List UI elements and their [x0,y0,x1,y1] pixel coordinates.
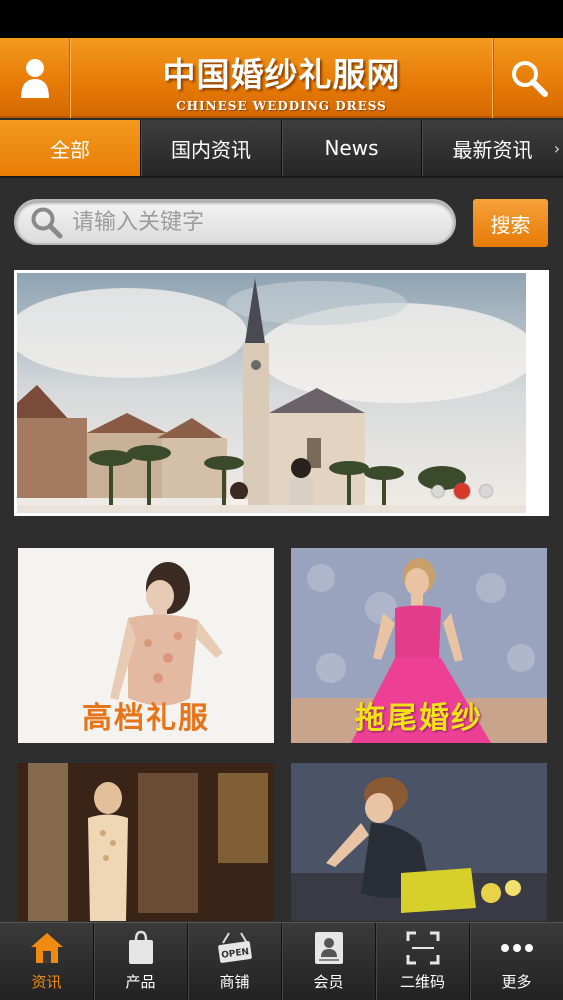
tabs-right-arrow-icon[interactable]: › [551,120,563,176]
search-icon [511,61,548,97]
carousel-indicators [432,483,492,499]
carousel-dot-active[interactable] [454,483,470,499]
tab-label: News [324,136,379,160]
search-button-header[interactable] [493,38,563,118]
card-label: 拖尾婚纱 [355,701,483,736]
card-label: 高档礼服 [82,701,210,736]
card-evening-dress[interactable]: 高档礼服 [18,548,274,743]
search-icon [30,206,64,244]
tab-all[interactable]: 全部 [0,120,141,176]
nav-more[interactable]: 更多 [470,923,563,1000]
status-bar [0,0,563,38]
member-card-icon [313,927,345,969]
brand-title-cn: 中国婚纱礼服网 [162,55,401,94]
card-dress-4[interactable] [291,763,547,921]
carousel-dot[interactable] [480,485,492,497]
more-dots-icon [499,927,535,969]
qr-scan-icon [406,927,440,969]
home-icon [29,927,65,969]
shopping-bag-icon [126,927,156,969]
brand-logo: 中国婚纱礼服网 CHINESE WEDDING DRESS [70,38,493,118]
card-wedding-gown[interactable]: 拖尾婚纱 [291,548,547,743]
brand-title-en: CHINESE WEDDING DRESS [176,99,387,113]
nav-label: 产品 [125,973,156,991]
bottom-navigation: 资讯 产品 OPEN 商铺 会员 二维码 更多 [0,922,563,1000]
nav-member[interactable]: 会员 [282,923,376,1000]
category-tabs: ‹ 全部 国内资讯 News 最新资讯 › [0,120,563,178]
banner-image [17,273,526,513]
nav-label: 二维码 [399,973,445,991]
tab-latest-news[interactable]: 最新资讯 [422,120,563,176]
app-header: 中国婚纱礼服网 CHINESE WEDDING DRESS [0,38,563,118]
banner-carousel[interactable] [14,270,549,516]
nav-qrcode[interactable]: 二维码 [376,923,470,1000]
nav-label: 更多 [501,973,532,991]
card-image [291,763,547,921]
tab-news[interactable]: News [282,120,422,176]
card-image [18,763,274,921]
carousel-dot[interactable] [432,485,444,497]
user-icon [20,59,49,98]
user-button[interactable] [0,38,70,118]
search-field[interactable] [14,199,456,245]
tab-label: 国内资讯 [171,137,251,162]
search-bar: 搜索 [0,180,563,266]
nav-label: 资讯 [31,973,62,991]
nav-products[interactable]: 产品 [94,923,188,1000]
tab-label: 最新资讯 [452,137,533,162]
tab-label: 全部 [50,137,90,162]
open-sign-icon: OPEN [217,927,253,969]
nav-news[interactable]: 资讯 [0,923,94,1000]
search-input[interactable] [72,201,442,243]
nav-shops[interactable]: OPEN 商铺 [188,923,282,1000]
card-dress-3[interactable] [18,763,274,921]
nav-label: 会员 [313,973,344,991]
tab-domestic-news[interactable]: 国内资讯 [141,120,282,176]
search-submit-button[interactable]: 搜索 [473,199,548,247]
nav-label: 商铺 [219,973,250,991]
